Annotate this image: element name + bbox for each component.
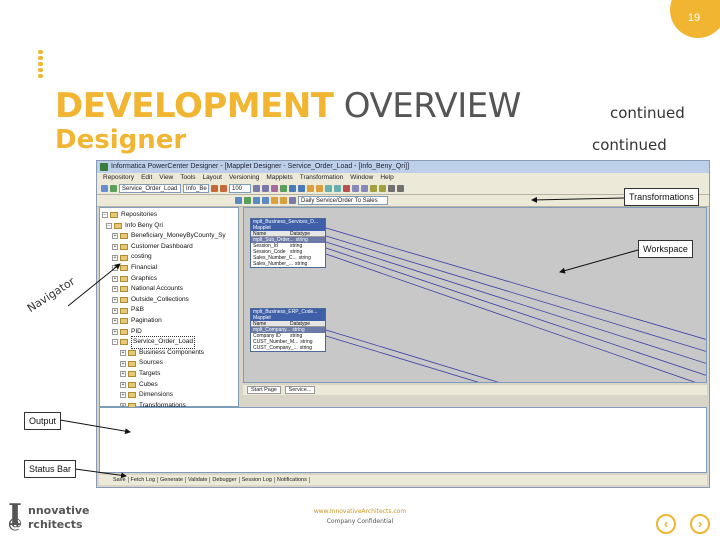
footer-url[interactable]: www.InnovativeArchitects.com (0, 508, 720, 515)
callout-workspace: Workspace (638, 240, 693, 258)
callout-status-bar: Status Bar (24, 460, 77, 478)
chevron-left-icon[interactable]: ‹ (656, 514, 676, 534)
callout-output: Output (24, 412, 62, 430)
callout-transformations: Transformations (624, 188, 699, 206)
callout-arrows (59, 196, 639, 479)
chevron-right-icon[interactable]: › (690, 514, 710, 534)
footer-confidential: Company Confidential (326, 518, 394, 525)
